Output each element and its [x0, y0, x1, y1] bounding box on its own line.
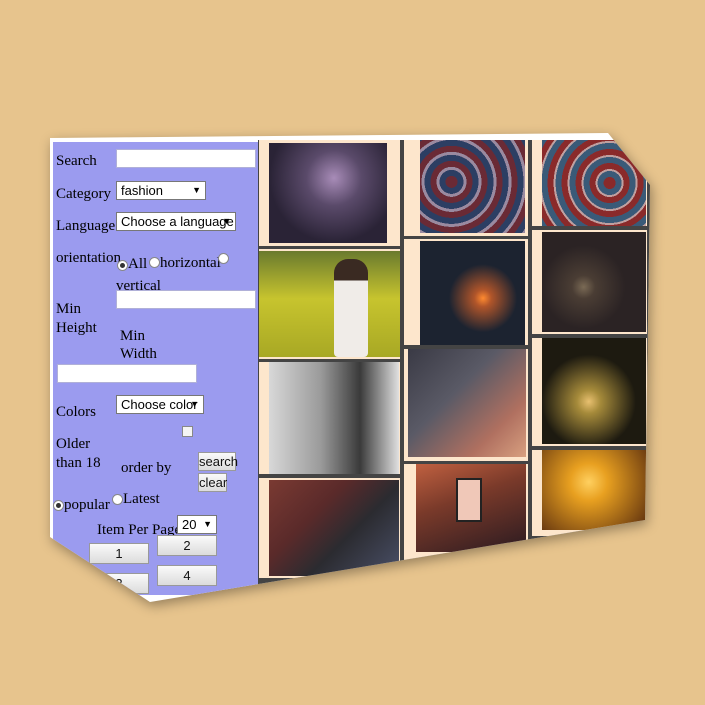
chevron-down-icon: ▼ — [192, 185, 201, 195]
photo-fabric-rolls — [420, 140, 525, 233]
chevron-down-icon: ▼ — [203, 519, 212, 529]
gallery-cell[interactable] — [532, 230, 647, 334]
photo-woman-hair-bw — [269, 362, 399, 474]
photo-woman-flower-field — [259, 251, 400, 357]
items-per-page-value: 20 — [182, 517, 197, 532]
gallery-cell[interactable] — [404, 349, 528, 461]
photo-fabric-rolls-2 — [542, 140, 646, 226]
photo-woman-camera — [408, 349, 526, 457]
gallery-cell[interactable] — [532, 450, 647, 536]
app-window: Search Category fashion ▼ Language Choos… — [50, 133, 650, 602]
category-label: Category — [56, 186, 111, 202]
gallery-cell[interactable] — [259, 478, 400, 578]
search-button[interactable]: search — [198, 452, 238, 471]
search-label: Search — [56, 153, 97, 169]
orientation-all-label: All — [128, 256, 148, 272]
category-select[interactable]: fashion ▼ — [116, 181, 206, 200]
orientation-vertical-radio[interactable] — [218, 253, 229, 264]
gallery-cell[interactable] — [259, 140, 400, 246]
gallery-cell[interactable] — [404, 239, 528, 345]
min-height-input[interactable] — [116, 290, 256, 309]
photo-woman-window — [269, 143, 387, 243]
chevron-down-icon: ▼ — [190, 399, 199, 409]
colors-select-value: Choose color — [121, 397, 198, 412]
app-window-shadow: Search Category fashion ▼ Language Choos… — [0, 0, 705, 705]
min-width-label-line1: Min — [120, 328, 146, 344]
gallery-cell[interactable] — [532, 338, 647, 446]
order-popular-radio[interactable] — [53, 500, 64, 511]
older-label-line1: Older — [56, 436, 91, 452]
order-popular-label: popular — [64, 497, 110, 513]
clear-button[interactable]: clear — [198, 473, 227, 492]
photo-camera-gear — [269, 480, 399, 576]
page-button-4[interactable]: 4 — [157, 565, 217, 586]
orientation-horizontal-label: horizontal — [160, 255, 221, 271]
photo-woman-lantern — [420, 241, 525, 345]
colors-label: Colors — [56, 404, 97, 420]
photo-woman-glowing-book — [542, 338, 646, 444]
orientation-label: orientation — [56, 250, 121, 266]
page-button-3[interactable]: 3 — [89, 573, 149, 594]
photo-cyclist-sunset — [542, 450, 646, 530]
min-width-label-line2: Width — [120, 346, 157, 362]
orientation-all-radio[interactable] — [117, 260, 128, 271]
gallery-cell[interactable] — [532, 140, 647, 226]
older-than-18-checkbox[interactable] — [182, 426, 193, 437]
chevron-down-icon: ▼ — [222, 216, 231, 226]
order-latest-label: Latest — [123, 491, 160, 507]
order-by-label: order by — [121, 460, 172, 476]
gallery-cell[interactable] — [404, 464, 528, 560]
order-latest-radio[interactable] — [112, 494, 123, 505]
page-button-2[interactable]: 2 — [157, 535, 217, 556]
min-height-label-line2: Height — [56, 320, 97, 336]
language-select[interactable]: Choose a language ▼ — [116, 212, 236, 231]
gallery-cell[interactable] — [259, 362, 400, 474]
language-select-value: Choose a language — [121, 214, 234, 229]
page-button-1[interactable]: 1 — [89, 543, 149, 564]
items-per-page-select[interactable]: 20 ▼ — [177, 515, 217, 534]
language-label: Language — [56, 218, 116, 234]
gallery-cell[interactable] — [259, 249, 400, 359]
min-width-input[interactable] — [57, 364, 197, 383]
photo-phone-concert — [416, 464, 526, 552]
min-height-label-line1: Min — [56, 301, 82, 317]
older-label-line2: than 18 — [56, 455, 101, 471]
colors-select[interactable]: Choose color ▼ — [116, 395, 204, 414]
orientation-horizontal-radio[interactable] — [149, 257, 160, 268]
gallery-cell[interactable] — [404, 140, 528, 236]
category-select-value: fashion — [121, 183, 163, 198]
search-input[interactable] — [116, 149, 256, 168]
photo-metal-rings — [542, 232, 646, 332]
